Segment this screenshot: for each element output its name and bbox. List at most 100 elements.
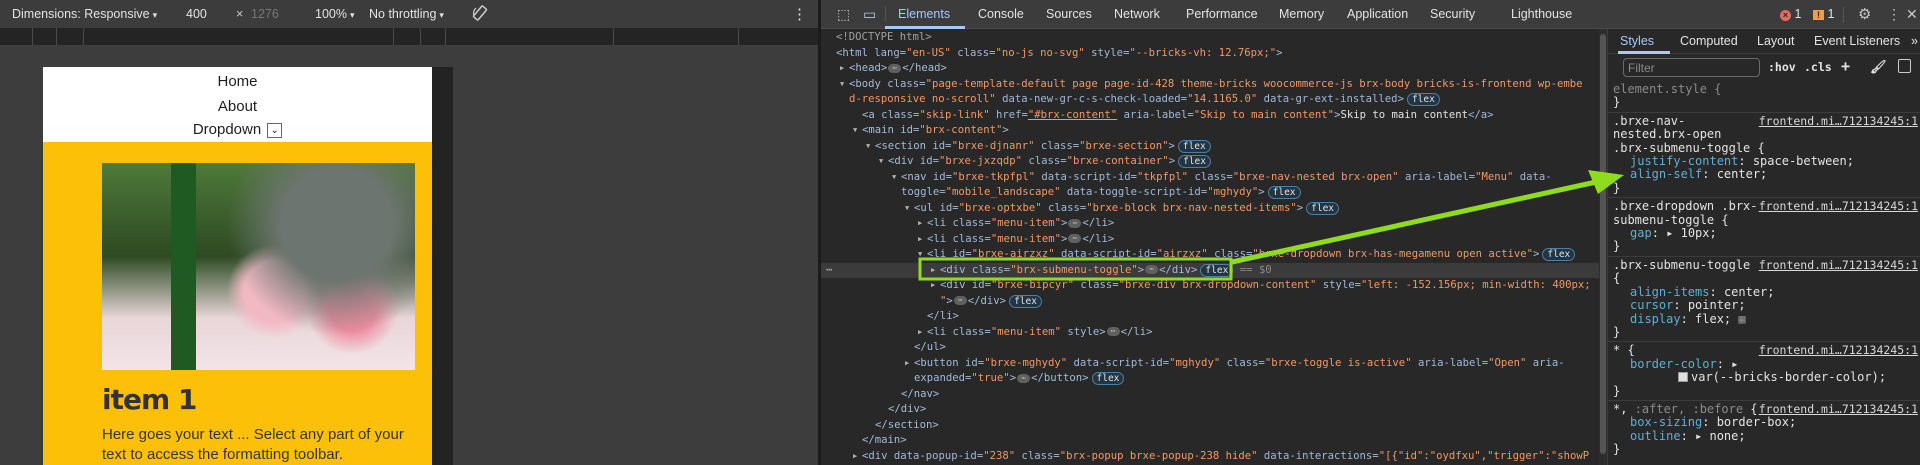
collapsed-triangle-icon[interactable]: ▶ [918,325,922,341]
warnings-badge[interactable]: ! 1 [1813,7,1834,21]
expanded-triangle-icon[interactable]: ▼ [918,247,922,263]
collapsed-ellipsis[interactable]: ⋯ [953,296,967,305]
style-declaration[interactable]: align-items: center; [1613,285,1920,299]
dom-node-line[interactable]: d-responsive no-scroll" data-new-gr-c-s-… [821,92,1599,108]
device-toolbar-icon[interactable]: ▭ [863,6,876,23]
toggle-sidebar-icon[interactable] [1898,59,1911,73]
property-name[interactable]: box-sizing [1630,415,1702,429]
tab-styles[interactable]: Styles [1620,34,1654,48]
dom-node-line[interactable]: ▼ <div id="brxe-jxzqdp" class="brxe-conta… [821,154,1599,170]
dom-node-line[interactable]: ▼ <body class="page-template-default page… [821,77,1599,93]
inspect-element-icon[interactable]: ⬚ [837,6,850,23]
tab-network[interactable]: Network [1114,7,1160,21]
expanded-triangle-icon[interactable]: ▼ [866,139,870,155]
styles-filter-input[interactable] [1623,58,1760,77]
property-value[interactable]: flex; [1695,312,1731,326]
tab-elements[interactable]: Elements [898,7,950,21]
collapsed-ellipsis[interactable]: ⋯ [1068,218,1082,228]
expanded-triangle-icon[interactable]: ▼ [879,154,883,170]
tab-performance[interactable]: Performance [1186,7,1258,21]
property-name[interactable]: display [1630,312,1681,326]
dom-node-line[interactable]: </ul> [821,340,1599,356]
dom-node-line[interactable]: ▼ <ul id="brxe-optxbe" class="brxe-block … [821,201,1599,217]
hov-button[interactable]: :hov [1768,60,1796,74]
dom-node-line[interactable]: toggle="mobile_landscape" data-toggle-sc… [821,185,1599,201]
flex-badge[interactable]: flex [1009,294,1042,308]
property-name[interactable]: outline [1630,429,1681,443]
node-actions-icon[interactable]: ⋯ [826,263,832,279]
property-value[interactable]: 10px; [1681,226,1717,240]
style-declaration[interactable]: var(--bricks-border-color); [1613,370,1920,384]
collapsed-triangle-icon[interactable]: ▶ [931,278,935,294]
width-input[interactable]: 400 [186,7,207,21]
collapsed-triangle-icon[interactable]: ▶ [840,61,844,77]
collapsed-ellipsis[interactable]: ⋯ [1106,327,1120,336]
dimensions-select[interactable]: Dimensions: Responsive ▾ [12,7,157,21]
tab-console[interactable]: Console [978,7,1024,21]
throttling-select[interactable]: No throttling ▾ [369,7,444,21]
property-name[interactable]: justify-content [1630,154,1738,168]
tab-memory[interactable]: Memory [1279,7,1324,21]
property-value[interactable]: center; [1717,167,1768,181]
close-icon[interactable]: ✕ [1906,6,1918,23]
tab-event-listeners[interactable]: Event Listeners [1814,34,1900,48]
property-value[interactable]: center; [1724,285,1775,299]
collapsed-ellipsis[interactable]: ⋯ [1017,373,1031,383]
style-declaration[interactable]: border-color: ▸ [1613,357,1920,371]
collapsed-triangle-icon[interactable]: ▶ [918,216,922,232]
style-declaration[interactable]: align-self: center; [1613,167,1920,182]
color-swatch-icon[interactable] [1678,372,1688,383]
expand-triangle-icon[interactable]: ▸ [1695,429,1709,443]
dom-node-line[interactable]: <!DOCTYPE html> [821,30,1599,46]
errors-badge[interactable]: × 1 [1780,7,1801,21]
property-name[interactable]: align-items [1630,285,1709,299]
flex-badge[interactable]: flex [1200,263,1234,277]
dom-node-line[interactable]: </li> [821,309,1599,325]
collapsed-ellipsis[interactable]: ⋯ [1068,234,1082,243]
property-value[interactable]: var(--bricks-border-color); [1691,370,1886,384]
style-declaration[interactable]: outline: ▸ none; [1613,429,1920,443]
dom-node-line[interactable]: ▶ <div data-popup-id="238" class="brx-pop… [821,449,1599,465]
dom-node-line[interactable]: expanded="true"> ⋯ </button> flex [821,371,1599,387]
style-declaration[interactable]: box-sizing: border-box; [1613,415,1920,429]
nav-home-link[interactable]: Home [43,73,432,90]
rule-source-link[interactable]: frontend.mi…712134245:1 [1759,402,1918,416]
more-options-icon[interactable]: ⋮ [1887,6,1901,23]
device-scrollbar[interactable] [432,67,453,465]
flex-badge[interactable]: flex [1267,186,1301,199]
submenu-toggle-chevron-icon[interactable]: ⌄ [267,122,283,138]
rotate-icon[interactable] [471,4,489,25]
dom-node-line[interactable]: ▶ <button id="brxe-mghydy" data-script-id… [821,356,1599,372]
more-options-icon[interactable]: ⋮ [792,5,807,23]
height-input[interactable]: 1276 [251,7,279,21]
expanded-triangle-icon[interactable]: ▼ [853,123,857,139]
collapsed-triangle-icon[interactable]: ▶ [853,449,857,465]
settings-gear-icon[interactable]: ⚙ [1858,5,1871,23]
dom-node-line[interactable]: ▶ <head> ⋯ </head> [821,61,1599,77]
dom-node-line[interactable]: </main> [821,433,1599,449]
collapsed-triangle-icon[interactable]: ▶ [905,356,909,372]
rule-source-link[interactable]: frontend.mi…712134245:1 [1759,258,1918,272]
expand-triangle-icon[interactable]: ▸ [1731,357,1738,371]
flexbox-editor-icon[interactable]: ▦ [1731,312,1745,326]
rule-source-link[interactable]: frontend.mi…712134245:1 [1759,343,1918,357]
property-value[interactable]: space-between; [1753,154,1854,168]
rule-source-link[interactable]: frontend.mi…712134245:1 [1759,199,1918,213]
dom-node-line[interactable]: <a class="skip-link" href="#brx-content"… [821,108,1599,124]
dom-node-line[interactable]: "> ⋯ </div> flex [821,294,1599,310]
expanded-triangle-icon[interactable]: ▼ [892,170,896,186]
zoom-select[interactable]: 100% ▾ [315,7,355,21]
property-name[interactable]: border-color [1630,357,1717,371]
link-value[interactable]: "#brx-content" [1028,109,1117,121]
style-declaration[interactable]: justify-content: space-between; [1613,154,1920,168]
property-name[interactable]: gap [1630,226,1652,240]
dom-node-line[interactable]: ▼ <main id="brx-content"> [821,123,1599,139]
flex-badge[interactable]: flex [1091,372,1125,385]
dom-node-line[interactable]: ▼ <nav id="brxe-tkpfpl" data-script-id="t… [821,170,1599,186]
flex-badge[interactable]: flex [1177,139,1211,153]
expand-triangle-icon[interactable]: ▸ [1666,226,1680,240]
media-query-ruler[interactable] [0,28,818,45]
flex-badge[interactable]: flex [1306,201,1340,215]
nav-dropdown[interactable]: Dropdown ⌄ [43,121,432,138]
property-value[interactable]: pointer; [1688,298,1746,312]
